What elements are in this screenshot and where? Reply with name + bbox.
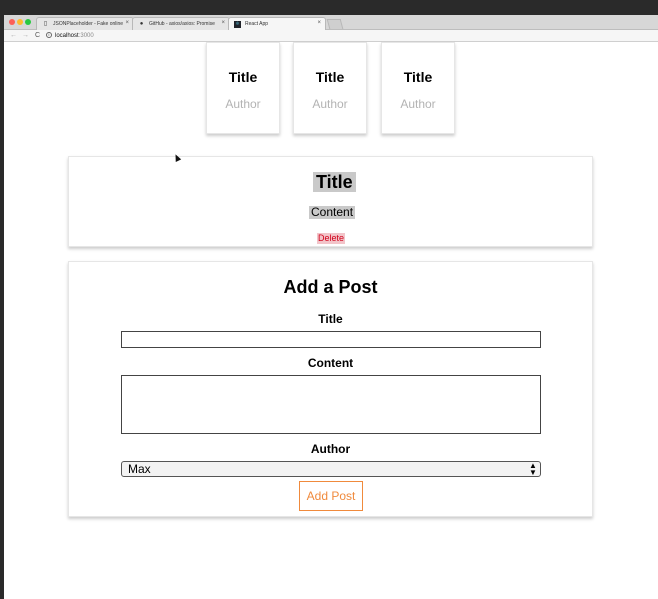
- browser-toolbar: ← → C i localhost:3000: [4, 30, 658, 42]
- post-card[interactable]: Title Author: [381, 42, 455, 134]
- tab-github[interactable]: ● GitHub - axios/axios: Promise ×: [132, 17, 230, 30]
- address-bar[interactable]: i localhost:3000: [46, 31, 646, 41]
- author-select[interactable]: Max ▲ ▼: [121, 461, 541, 477]
- minimize-window-icon[interactable]: [17, 19, 23, 25]
- tab-bar: ▯ JSONPlaceholder - Fake online × ● GitH…: [4, 15, 658, 30]
- full-post: Title Content Delete: [68, 156, 593, 247]
- post-author: Author: [225, 97, 261, 111]
- close-tab-icon[interactable]: ×: [317, 20, 321, 26]
- post-card[interactable]: Title Author: [293, 42, 367, 134]
- new-post-form: Add a Post Title Content Author Max ▲ ▼ A…: [68, 261, 593, 517]
- title-input[interactable]: [121, 331, 541, 348]
- full-post-title: Title: [313, 172, 356, 192]
- tab-label: React App: [245, 21, 269, 27]
- title-label: Title: [318, 312, 343, 326]
- content-label: Content: [307, 356, 354, 370]
- author-label: Author: [310, 442, 351, 456]
- tab-jsonplaceholder[interactable]: ▯ JSONPlaceholder - Fake online ×: [36, 17, 134, 30]
- url-port: :3000: [78, 33, 94, 39]
- close-tab-icon[interactable]: ×: [125, 20, 129, 26]
- post-author: Author: [400, 97, 436, 111]
- post-title: Title: [315, 69, 345, 85]
- post-card[interactable]: Title Author: [206, 42, 280, 134]
- new-tab-button[interactable]: [326, 19, 344, 29]
- delete-button[interactable]: Delete: [317, 233, 346, 244]
- forward-arrow-icon[interactable]: →: [22, 31, 29, 41]
- post-title: Title: [403, 69, 433, 85]
- tab-react-app[interactable]: ⚛ React App ×: [228, 17, 326, 30]
- github-icon: ●: [139, 21, 144, 27]
- select-arrows-icon: ▲ ▼: [529, 461, 537, 477]
- tab-label: JSONPlaceholder - Fake online: [53, 21, 124, 27]
- content-textarea[interactable]: [121, 375, 541, 434]
- reload-icon[interactable]: C: [35, 31, 40, 41]
- close-tab-icon[interactable]: ×: [221, 20, 225, 26]
- react-icon: ⚛: [234, 21, 241, 28]
- browser-window: ▯ JSONPlaceholder - Fake online × ● GitH…: [0, 0, 658, 599]
- page-viewport: Title Author Title Author Title Author T…: [4, 42, 658, 599]
- full-post-content: Content: [309, 205, 356, 219]
- info-icon[interactable]: i: [46, 32, 52, 39]
- document-icon: ▯: [43, 21, 48, 27]
- post-title: Title: [228, 69, 258, 85]
- close-window-icon[interactable]: [9, 19, 15, 25]
- form-heading: Add a Post: [283, 277, 378, 297]
- add-post-button[interactable]: Add Post: [299, 481, 363, 511]
- post-author: Author: [312, 97, 348, 111]
- author-select-value: Max: [128, 462, 151, 476]
- back-arrow-icon[interactable]: ←: [10, 31, 17, 41]
- url-host: localhost: [55, 33, 79, 39]
- tab-label: GitHub - axios/axios: Promise: [149, 21, 215, 27]
- maximize-window-icon[interactable]: [25, 19, 31, 25]
